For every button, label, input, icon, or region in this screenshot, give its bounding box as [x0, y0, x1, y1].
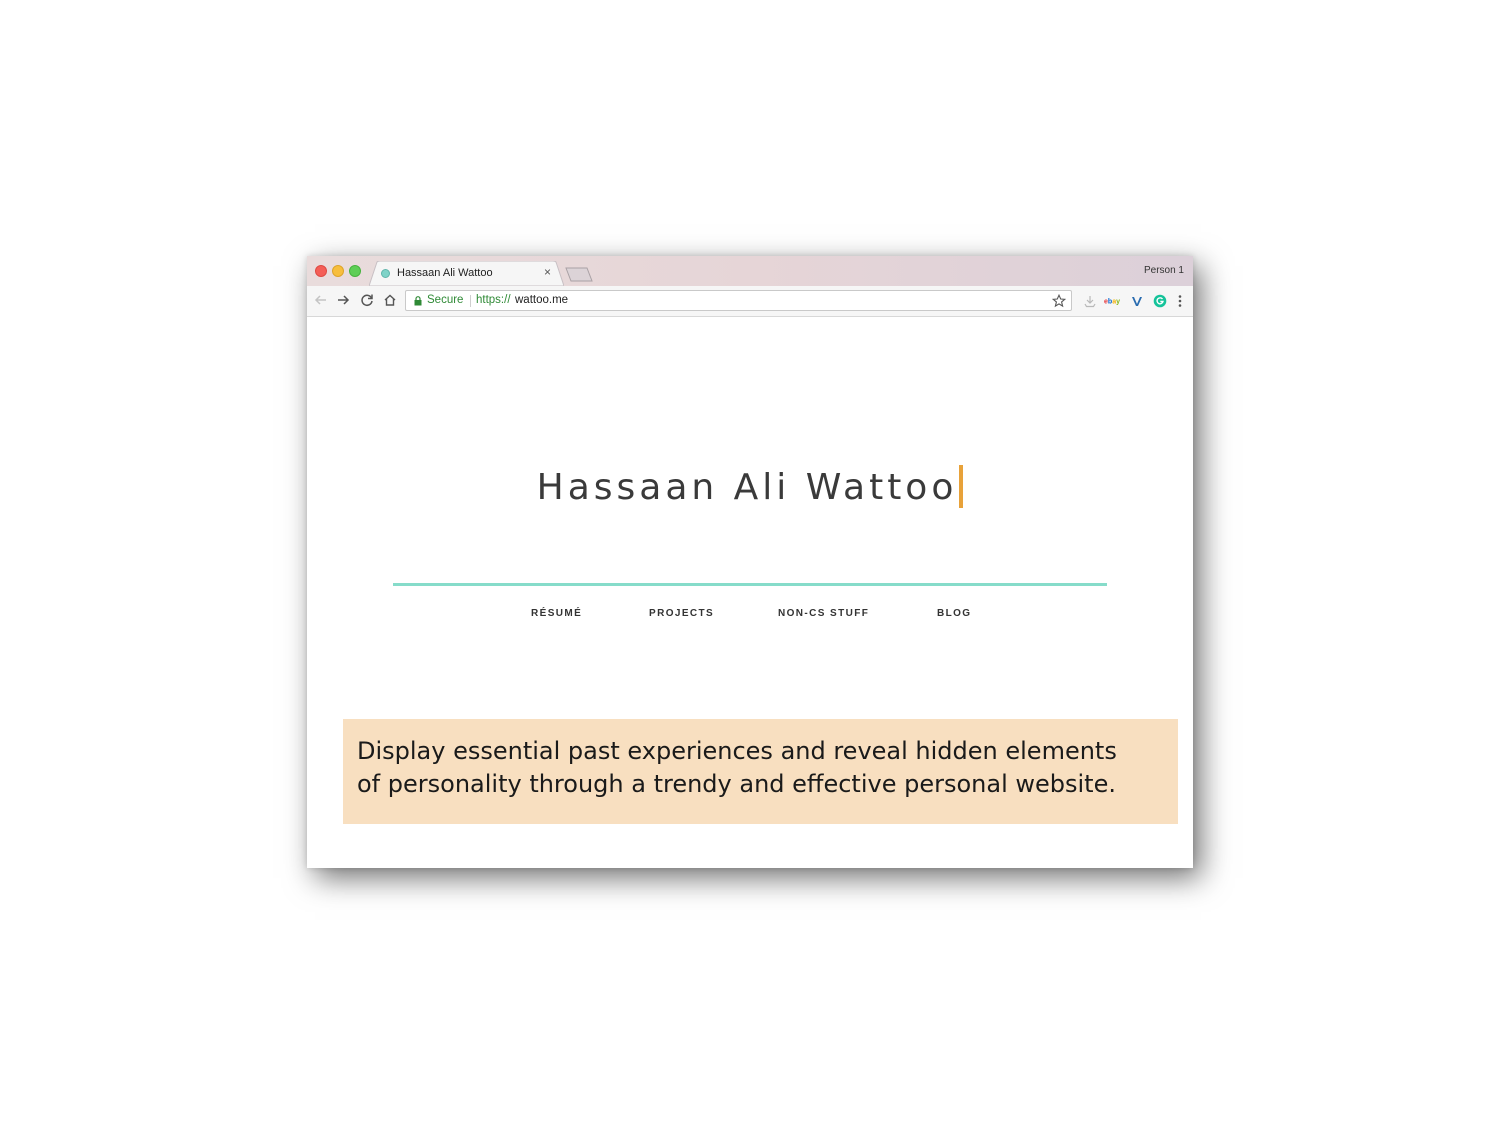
svg-text:ebay: ebay: [1104, 299, 1120, 306]
back-button[interactable]: [313, 292, 329, 308]
nav-link-non-cs-stuff[interactable]: NON-CS STUFF: [778, 608, 869, 619]
site-favicon-icon: [381, 269, 390, 278]
browser-window: Hassaan Ali Wattoo × Person 1 Secure htt…: [307, 256, 1193, 868]
typing-cursor: [959, 464, 964, 508]
tab-active[interactable]: Hassaan Ali Wattoo ×: [369, 261, 564, 286]
bookmark-star-icon[interactable]: [1052, 294, 1066, 308]
vimeo-icon: [1132, 297, 1142, 306]
new-tab-button[interactable]: [565, 267, 593, 282]
grammarly-icon: [1153, 294, 1167, 308]
download-extension[interactable]: [1082, 293, 1098, 309]
ebay-extension[interactable]: ebay: [1104, 293, 1122, 309]
nav-link-resume[interactable]: RÉSUMÉ: [531, 608, 582, 619]
home-icon: [384, 294, 396, 306]
hero-title: Hassaan Ali Wattoo: [307, 464, 1193, 512]
home-button[interactable]: [382, 292, 398, 308]
download-icon: [1084, 296, 1096, 308]
secure-label: Secure: [427, 294, 464, 306]
caption-callout: Display essential past experiences and r…: [343, 719, 1178, 824]
minimize-window-button[interactable]: [332, 265, 344, 277]
menu-dots-icon: [1178, 295, 1182, 307]
vimeo-extension[interactable]: [1129, 293, 1145, 309]
grammarly-extension[interactable]: [1152, 293, 1168, 309]
browser-toolbar: Secure https:// wattoo.me ebay: [307, 286, 1193, 317]
caption-line-2: of personality through a trendy and effe…: [357, 770, 1116, 798]
webpage-content: Hassaan Ali Wattoo RÉSUMÉ PROJECTS NON-C…: [307, 317, 1193, 868]
site-owner-name: Hassaan Ali Wattoo: [536, 467, 958, 508]
tab-strip: Hassaan Ali Wattoo × Person 1: [307, 256, 1193, 286]
profile-name[interactable]: Person 1: [1144, 265, 1184, 276]
accent-divider: [393, 583, 1107, 586]
nav-link-projects[interactable]: PROJECTS: [649, 608, 714, 619]
ebay-icon: ebay: [1104, 299, 1120, 306]
url-divider: [470, 295, 471, 307]
close-window-button[interactable]: [315, 265, 327, 277]
caption-line-1: Display essential past experiences and r…: [357, 737, 1117, 765]
nav-link-blog[interactable]: BLOG: [937, 608, 972, 619]
forward-button[interactable]: [335, 292, 351, 308]
tab-close-icon[interactable]: ×: [544, 265, 551, 279]
url-scheme: https://: [476, 294, 511, 306]
back-arrow-icon: [314, 295, 326, 305]
reload-button[interactable]: [359, 292, 375, 308]
url-host: wattoo.me: [515, 294, 569, 306]
forward-arrow-icon: [338, 295, 350, 305]
lock-icon: [414, 296, 422, 306]
reload-icon: [361, 294, 373, 307]
browser-menu-button[interactable]: [1174, 293, 1186, 309]
maximize-window-button[interactable]: [349, 265, 361, 277]
address-bar[interactable]: Secure https:// wattoo.me: [405, 290, 1072, 311]
tab-title: Hassaan Ali Wattoo: [397, 267, 493, 279]
